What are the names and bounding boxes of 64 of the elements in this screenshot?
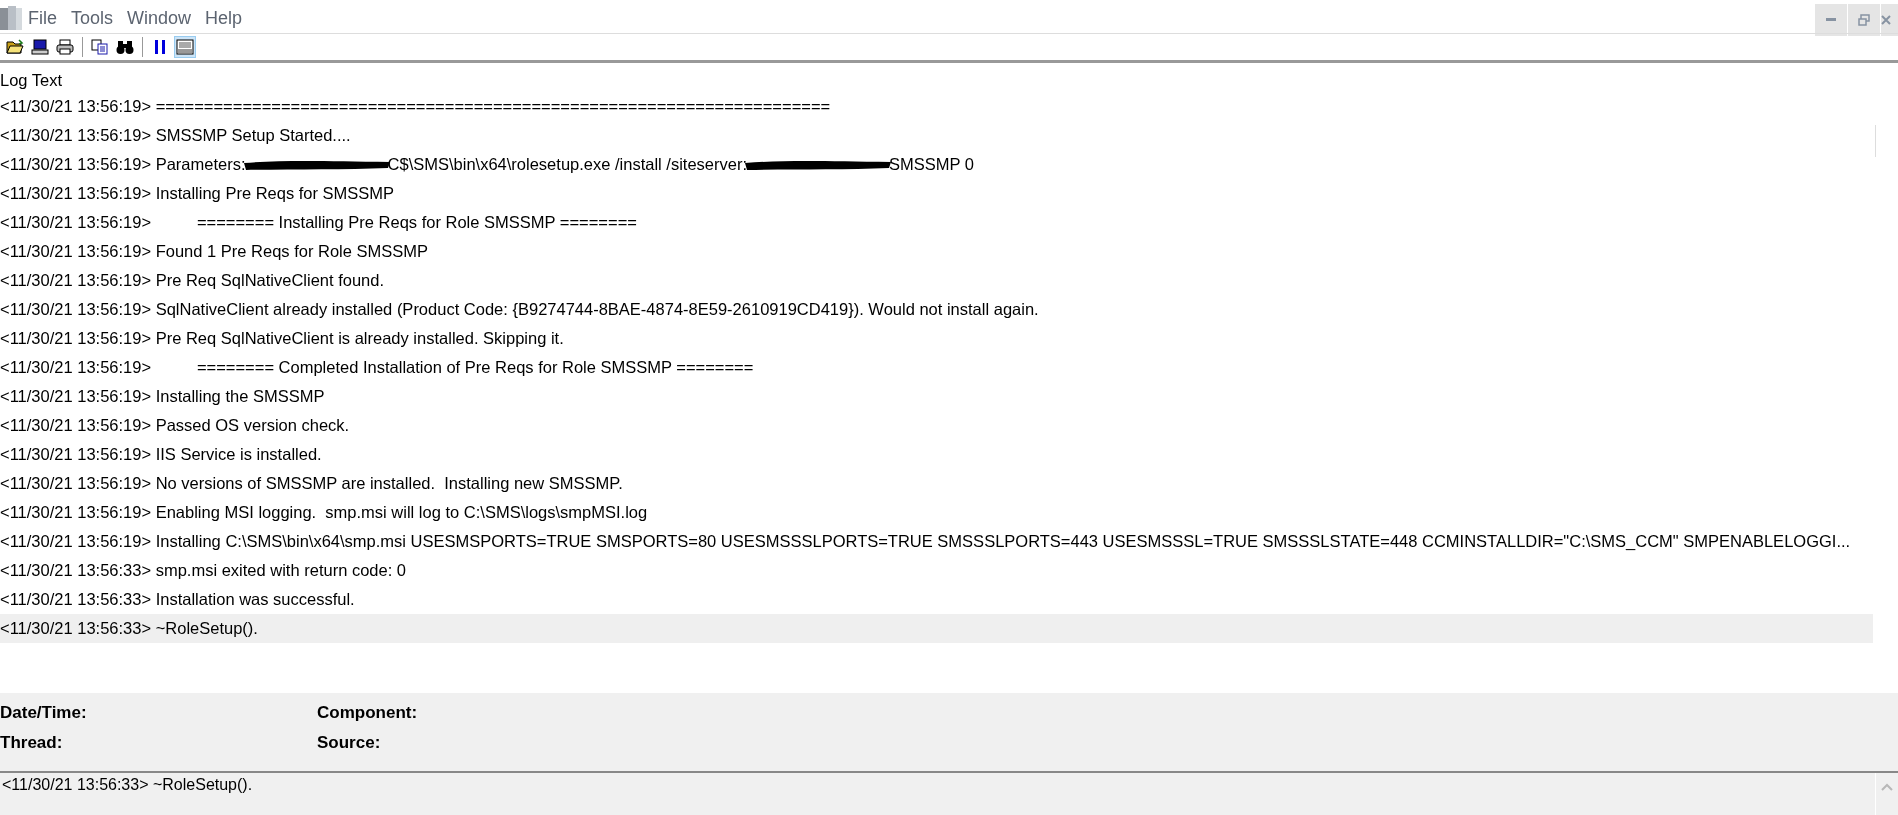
folder-icon (6, 39, 24, 55)
log-text: <11/30/21 13:56:19> IIS Service is installed. (0, 444, 322, 465)
copy-icon (91, 39, 109, 55)
log-text: <11/30/21 13:56:19> Enabling MSI logging. smp.msi will log to C:\SMS\logs\smpMSI.log (0, 502, 648, 523)
computer-icon (31, 39, 49, 55)
log-text: <11/30/21 13:56:19> Installing the SMSSMP (0, 386, 325, 407)
log-text: <11/30/21 13:56:19> Pre Req SqlNativeClient found. (0, 270, 385, 291)
log-row[interactable]: <11/30/21 13:56:19> ======== Installing Pre Reqs for Role SMSSMP ======== (0, 208, 1873, 237)
log-text: <11/30/21 13:56:19> Parameters: (0, 154, 246, 175)
view-button[interactable] (174, 36, 196, 58)
log-text: <11/30/21 13:56:19> SqlNativeClient already installed (Product Code: {B9274744-8BAE-4874-8E59-2610919CD419}). Would not install again. (0, 299, 1039, 320)
log-row[interactable]: <11/30/21 13:56:19> Installing Pre Reqs for SMSSMP (0, 179, 1873, 208)
restore-icon (1858, 14, 1870, 26)
detail-label: Date/Time: (0, 703, 88, 723)
log-row[interactable]: <11/30/21 13:56:19> Installing C:\SMS\bin\x64\smp.msi USESMSPORTS=TRUE SMSPORTS=80 USESMSSSLPORTS=TRUE SMSSSLPORTS=443 USESMSSSL=TRUE SMSSSLSTATE=448 CCMINSTALLDIR="C:\SMS_CCM" SMPENABLELOGGI... (0, 527, 1873, 556)
log-row[interactable]: <11/30/21 13:56:33> smp.msi exited with return code: 0 (0, 556, 1873, 585)
printer-icon (56, 39, 74, 55)
binoculars-icon (116, 39, 134, 55)
log-text: SMSSMP 0 (889, 154, 975, 175)
log-row[interactable]: <11/30/21 13:56:19> SMSSMP Setup Started.... (0, 121, 1873, 150)
message-text: <11/30/21 13:56:33> ~RoleSetup(). (1, 775, 253, 794)
log-row[interactable]: <11/30/21 13:56:33> Installation was successful. (0, 585, 1873, 614)
log-text: <11/30/21 13:56:19> ====================================================================== (0, 96, 831, 117)
detail-label: Thread: (0, 733, 64, 753)
log-text: <11/30/21 13:56:33> smp.msi exited with return code: 0 (0, 560, 407, 581)
log-text: <11/30/21 13:56:19> Installing C:\SMS\bin\x64\smp.msi USESMSPORTS=TRUE SMSPORTS=80 USESMSSSLPORTS=TRUE SMSSSLPORTS=443 USESMSSSL=TRUE SMSSSLSTATE=448 CCMINSTALLDIR="C:\SMS_CCM" SMPENABLELOGGI... (0, 531, 1851, 552)
print-button[interactable] (54, 36, 76, 58)
log-row[interactable]: <11/30/21 13:56:19> Pre Req SqlNativeClient is already installed. Skipping it. (0, 324, 1873, 353)
log-row[interactable]: <11/30/21 13:56:19> IIS Service is installed. (0, 440, 1873, 469)
menu-item[interactable]: Help (205, 7, 243, 29)
log-text: <11/30/21 13:56:19> Found 1 Pre Reqs for Role SMSSMP (0, 241, 429, 262)
app-icon (0, 5, 22, 31)
log-row[interactable]: <11/30/21 13:56:19> Found 1 Pre Reqs for Role SMSSMP (0, 237, 1873, 266)
menu-item[interactable]: Tools (71, 7, 114, 29)
log-row[interactable]: <11/30/21 13:56:19> Parameters: C$\SMS\bin\x64\rolesetup.exe /install /siteserver: SMSSMP 0 (0, 150, 1873, 179)
close-icon (1881, 15, 1891, 25)
detail-label: Component: (317, 703, 419, 723)
copy-button[interactable] (89, 36, 111, 58)
log-text: <11/30/21 13:56:19> ======== Completed Installation of Pre Reqs for Role SMSSMP ======== (0, 357, 754, 378)
detail-label: Source: (317, 733, 382, 753)
computer-button[interactable] (29, 36, 51, 58)
log-text: C$\SMS\bin\x64\rolesetup.exe /install /siteserver: (387, 154, 748, 175)
log-row[interactable]: <11/30/21 13:56:19> SqlNativeClient already installed (Product Code: {B9274744-8BAE-4874-8E59-2610919CD419}). Would not install again. (0, 295, 1873, 324)
log-row[interactable]: <11/30/21 13:56:19> ====================================================================== (0, 92, 1873, 121)
menu-item[interactable]: File (28, 7, 57, 29)
column-header[interactable]: Log Text (0, 68, 1870, 92)
log-row[interactable]: <11/30/21 13:56:19> Enabling MSI logging. smp.msi will log to C:\SMS\logs\smpMSI.log (0, 498, 1873, 527)
log-text: <11/30/21 13:56:33> ~RoleSetup(). (0, 618, 258, 639)
log-row[interactable]: <11/30/21 13:56:19> Passed OS version check. (0, 411, 1873, 440)
log-text: <11/30/21 13:56:19> Passed OS version check. (0, 415, 350, 436)
log-text: <11/30/21 13:56:19> No versions of SMSSMP are installed. Installing new SMSSMP. (0, 473, 623, 494)
minimize-icon (1826, 18, 1836, 22)
log-text: <11/30/21 13:56:19> Installing Pre Reqs for SMSSMP (0, 183, 395, 204)
log-text: <11/30/21 13:56:19> Pre Req SqlNativeClient is already installed. Skipping it. (0, 328, 564, 349)
log-row[interactable]: <11/30/21 13:56:19> ======== Completed Installation of Pre Reqs for Role SMSSMP ======== (0, 353, 1873, 382)
menu-item[interactable]: Window (127, 7, 192, 29)
window-icon (176, 39, 194, 55)
log-text: <11/30/21 13:56:19> ======== Installing Pre Reqs for Role SMSSMP ======== (0, 212, 637, 233)
log-text: <11/30/21 13:56:19> SMSSMP Setup Started.... (0, 125, 351, 146)
log-row[interactable]: <11/30/21 13:56:19> No versions of SMSSMP are installed. Installing new SMSSMP. (0, 469, 1873, 498)
log-row[interactable]: <11/30/21 13:56:33> ~RoleSetup(). (0, 614, 1873, 643)
log-row[interactable]: <11/30/21 13:56:19> Pre Req SqlNativeClient found. (0, 266, 1873, 295)
log-row[interactable]: <11/30/21 13:56:19> Installing the SMSSMP (0, 382, 1873, 411)
log-text: <11/30/21 13:56:33> Installation was successful. (0, 589, 355, 610)
